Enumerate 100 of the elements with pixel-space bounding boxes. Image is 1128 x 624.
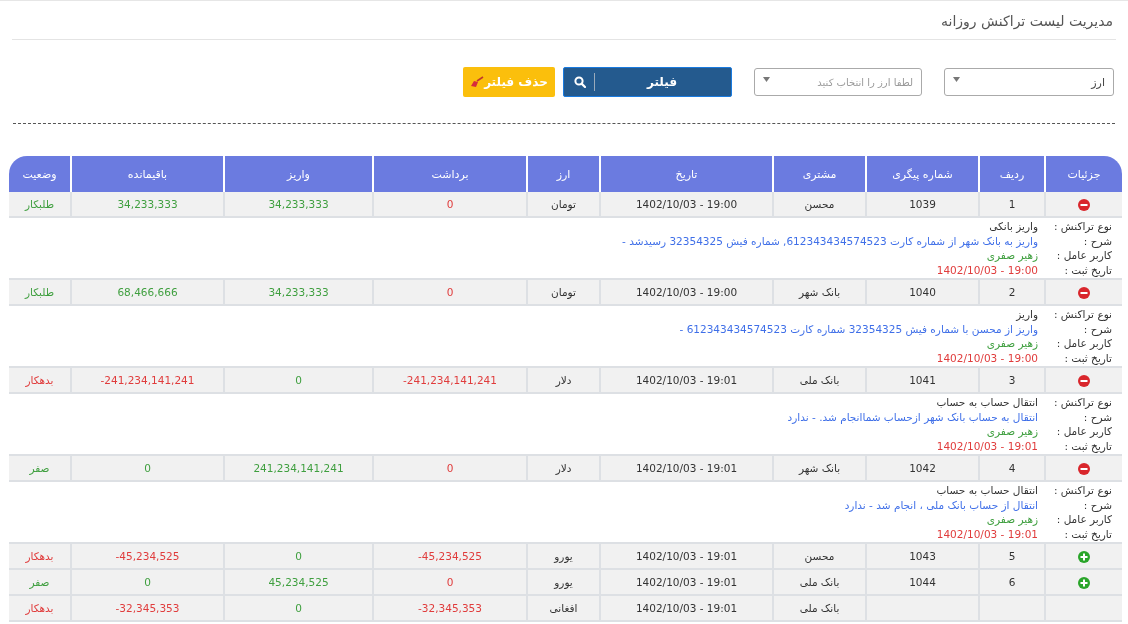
toggle-icon[interactable] — [1078, 550, 1090, 563]
detail-value: انتقال به حساب بانک شهر ازحساب شماانجام شد. - ندارد — [787, 409, 1038, 424]
table-cell: 0 — [144, 462, 151, 474]
table-cell: -241,234,141,241 — [403, 374, 497, 386]
search-icon — [574, 76, 586, 88]
table-cell: 0 — [446, 198, 454, 210]
table-cell: دلار — [555, 462, 572, 474]
table-cell: 45,234,525 — [268, 576, 329, 588]
table-cell: 2 — [1008, 286, 1016, 298]
status-label: طلبکار — [24, 198, 55, 210]
column-header: ارز — [526, 156, 599, 192]
table-cell: 241,234,141,241 — [253, 462, 344, 474]
detail-label: تاریخ ثبت : — [1063, 526, 1112, 541]
status-label: بدهکار — [25, 602, 54, 614]
status-label: طلبکار — [24, 286, 55, 298]
caret-icon — [763, 77, 770, 82]
table-cell: -32,345,353 — [115, 602, 180, 614]
table-cell: بانک ملی — [799, 602, 840, 614]
broom-icon — [470, 76, 485, 88]
table-cell: 1402/10/03 - 19:01 — [635, 602, 738, 614]
table-cell: افغانی — [549, 602, 578, 614]
table-cell: 3 — [1008, 374, 1016, 386]
column-header: شماره پیگری — [865, 156, 978, 192]
detail-label: شرح : — [1082, 233, 1112, 248]
page-title: مدیریت لیست تراکنش روزانه — [941, 13, 1113, 29]
toggle-icon[interactable] — [1078, 576, 1090, 589]
table-cell: 1402/10/03 - 19:01 — [635, 576, 738, 588]
table-cell: 1402/10/03 - 19:01 — [635, 374, 738, 386]
column-header: جزئیات — [1044, 156, 1122, 192]
detail-value: واریز به بانک شهر از شماره کارت 612343434574523, شماره فیش 32354325 رسیدشد - — [622, 233, 1038, 248]
table-cell: بانک شهر — [798, 462, 841, 474]
detail-label: نوع تراکنش : — [1053, 307, 1112, 322]
detail-label: تاریخ ثبت : — [1063, 438, 1112, 453]
table-cell: 1043 — [909, 550, 936, 562]
toggle-icon[interactable] — [1078, 462, 1090, 475]
detail-label: تاریخ ثبت : — [1063, 350, 1112, 365]
toggle-icon[interactable] — [1078, 286, 1090, 299]
detail-label: کاربر عامل : — [1055, 424, 1112, 439]
detail-value: واریز از محسن با شماره فیش 32354325 شماره کارت 612343434574523 - — [679, 321, 1038, 336]
table-cell: دلار — [555, 374, 572, 386]
table-cell: تومان — [551, 198, 576, 210]
toggle-icon[interactable] — [1078, 374, 1090, 387]
detail-value: زهیر صفری — [985, 512, 1038, 527]
detail-label: کاربر عامل : — [1055, 248, 1112, 263]
caret-icon — [953, 77, 960, 82]
table-cell: 4 — [1008, 462, 1016, 474]
table-cell: 34,233,333 — [117, 198, 178, 210]
detail-label: شرح : — [1082, 409, 1112, 424]
detail-value: 1402/10/03 - 19:00 — [935, 262, 1038, 277]
detail-value: 1402/10/03 - 19:01 — [935, 526, 1038, 541]
table-cell: محسن — [804, 550, 835, 562]
status-label: صفر — [29, 576, 50, 588]
detail-value: انتقال از حساب بانک ملی ، انجام شد - ندارد — [844, 497, 1038, 512]
table-cell: 1041 — [909, 374, 936, 386]
table-cell: بانک ملی — [799, 374, 840, 386]
table-cell: -45,234,525 — [418, 550, 482, 562]
detail-label: کاربر عامل : — [1055, 512, 1112, 527]
table-cell: 0 — [446, 286, 454, 298]
detail-value: زهیر صفری — [985, 248, 1038, 263]
table-cell: 1402/10/03 - 19:00 — [635, 286, 738, 298]
currency-select[interactable]: ارز — [944, 68, 1114, 96]
table-cell: 6 — [1008, 576, 1016, 588]
table-cell: 1039 — [909, 198, 936, 210]
table-cell: محسن — [804, 198, 835, 210]
detail-label: شرح : — [1082, 497, 1112, 512]
detail-value: زهیر صفری — [985, 424, 1038, 439]
table-cell: -241,234,141,241 — [100, 374, 195, 386]
status-label: بدهکار — [25, 374, 54, 386]
column-header: واریز — [223, 156, 372, 192]
detail-value: انتقال حساب به حساب — [935, 395, 1038, 410]
table-cell: تومان — [551, 286, 576, 298]
detail-label: تاریخ ثبت : — [1063, 262, 1112, 277]
detail-value: واریز — [1014, 307, 1038, 322]
table-cell: -32,345,353 — [418, 602, 482, 614]
table-cell: 0 — [295, 602, 302, 614]
column-header: ردیف — [978, 156, 1044, 192]
table-cell: 68,466,666 — [117, 286, 178, 298]
table-cell: 0 — [144, 576, 151, 588]
detail-label: شرح : — [1082, 321, 1112, 336]
detail-value: واریز بانکی — [988, 219, 1038, 234]
toggle-icon[interactable] — [1078, 198, 1090, 211]
detail-value: زهیر صفری — [985, 336, 1038, 351]
detail-value: 1402/10/03 - 19:01 — [935, 438, 1038, 453]
table-cell: 1042 — [909, 462, 936, 474]
table-cell: 0 — [446, 462, 454, 474]
table-cell: 1044 — [909, 576, 936, 588]
table-cell: 34,233,333 — [268, 286, 329, 298]
detail-label: نوع تراکنش : — [1053, 219, 1112, 234]
table-cell: 0 — [295, 550, 302, 562]
filter-button[interactable]: فیلتر — [563, 67, 732, 97]
table-cell: -45,234,525 — [115, 550, 180, 562]
detail-label: نوع تراکنش : — [1053, 395, 1112, 410]
status-label: صفر — [29, 462, 50, 474]
table-cell: 1402/10/03 - 19:01 — [635, 462, 738, 474]
column-header: وضعیت — [9, 156, 70, 192]
detail-label: نوع تراکنش : — [1053, 483, 1112, 498]
table-cell: 1 — [1008, 198, 1016, 210]
detail-label: کاربر عامل : — [1055, 336, 1112, 351]
table-cell: 1402/10/03 - 19:00 — [635, 198, 738, 210]
table-cell: 1402/10/03 - 19:01 — [635, 550, 738, 562]
